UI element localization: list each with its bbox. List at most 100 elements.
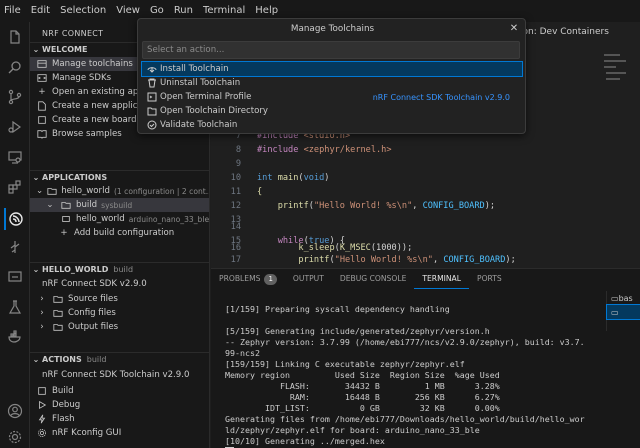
tab-debug-console[interactable]: DEBUG CONSOLE	[332, 269, 415, 289]
terminal-line: [1/159] Preparing syscall dependency han…	[225, 304, 450, 314]
section-applications-header[interactable]: ⌄ APPLICATIONS	[30, 170, 209, 184]
tree-output-files[interactable]: › Output files	[30, 320, 209, 334]
action-label: nRF Kconfig GUI	[52, 428, 122, 438]
folder-icon	[52, 307, 64, 319]
menu-edit[interactable]: Edit	[26, 0, 55, 22]
terminal-entry-bash[interactable]: ▭ bas	[607, 291, 640, 305]
terminal-line: IDT_LIST: 0 GB 32 KB 0.00%	[225, 403, 500, 413]
tab-output[interactable]: OUTPUT	[285, 269, 332, 289]
sidebar-item-label: Create a new applicati	[52, 101, 149, 111]
new-file-icon	[36, 100, 48, 112]
sidebar-item-label: Manage toolchains	[52, 59, 133, 69]
build-icon	[36, 385, 48, 397]
action-kconfig[interactable]: nRF Kconfig GUI	[30, 426, 209, 440]
testing-icon[interactable]	[6, 298, 24, 316]
qp-item-uninstall-toolchain[interactable]: Uninstall Toolchain	[142, 76, 522, 90]
target-name: hello_world	[76, 214, 125, 224]
debug-icon	[36, 399, 48, 411]
tree-config-files[interactable]: › Config files	[30, 306, 209, 320]
code-line-10: 10 int main(void)	[230, 173, 330, 183]
section-hello-world-header[interactable]: ⌄ HELLO_WORLD build	[30, 262, 209, 276]
section-hello-world-label: HELLO_WORLD	[42, 265, 109, 274]
sdk-version: nRF Connect SDK v2.9.0	[30, 277, 209, 291]
folder-icon	[60, 199, 72, 211]
search-icon[interactable]	[6, 58, 24, 76]
action-debug[interactable]: Debug	[30, 398, 209, 412]
build-target[interactable]: hello_world arduino_nano_33_ble	[30, 212, 209, 226]
sidebar-item-label: Manage SDKs	[52, 73, 112, 83]
add-build-configuration-button[interactable]: + Add build configuration	[30, 226, 209, 240]
terminal-line: [10/10] Generating ../merged.hex	[225, 436, 385, 446]
menu-file[interactable]: File	[0, 0, 26, 22]
toolchain-label: nRF Connect SDK Toolchain v2.9.0	[42, 370, 190, 380]
terminal-line: -- Zephyr version: 3.7.99 (/home/ebi777/…	[225, 337, 585, 347]
bottom-panel: PROBLEMS 1 OUTPUT DEBUG CONSOLE TERMINAL …	[211, 268, 640, 448]
minimap[interactable]	[602, 50, 632, 90]
qp-detail-toolchain: nRF Connect SDK Toolchain v2.9.0	[372, 92, 510, 102]
toolchain-icon	[36, 58, 48, 70]
build-configuration[interactable]: ⌄ build sysbuild	[30, 198, 209, 212]
section-welcome-label: WELCOME	[42, 45, 88, 54]
tree-label: Source files	[68, 294, 118, 304]
run-debug-icon[interactable]	[6, 118, 24, 136]
tab-problems[interactable]: PROBLEMS 1	[211, 269, 285, 289]
app-name: hello_world	[61, 186, 110, 196]
remote-icon[interactable]	[6, 268, 24, 286]
quick-pick-dialog: Manage Toolchains ✕ Install Toolchain Un…	[137, 18, 526, 134]
section-actions-header[interactable]: ⌄ ACTIONS build	[30, 352, 209, 366]
toolchain-version: nRF Connect SDK Toolchain v2.9.0	[30, 368, 209, 382]
tab-terminal[interactable]: TERMINAL	[414, 269, 469, 289]
close-icon[interactable]: ✕	[508, 23, 520, 35]
chevron-right-icon: ›	[40, 322, 44, 332]
tree-icon[interactable]	[6, 238, 24, 256]
tree-source-files[interactable]: › Source files	[30, 292, 209, 306]
build-meta: sysbuild	[101, 200, 133, 210]
quick-pick-title: Manage Toolchains	[290, 24, 375, 34]
sidebar-title: NRF CONNECT	[42, 29, 104, 38]
account-icon[interactable]	[6, 402, 24, 420]
docker-icon[interactable]	[6, 328, 24, 346]
tree-label: Config files	[68, 308, 116, 318]
sdk-icon	[36, 72, 48, 84]
qp-item-install-toolchain[interactable]: Install Toolchain	[141, 61, 523, 77]
app-meta: (1 configuration | 2 cont...	[113, 186, 210, 196]
qp-item-open-toolchain-directory[interactable]: Open Toolchain Directory	[142, 104, 522, 118]
settings-gear-icon[interactable]	[6, 428, 24, 446]
problems-count-badge: 1	[264, 273, 277, 285]
section-hello-world-sub: build	[113, 265, 134, 274]
sidebar-item-label: Open an existing appli	[52, 87, 149, 97]
menu-selection[interactable]: Selection	[55, 0, 111, 22]
chevron-down-icon: ⌄	[32, 355, 40, 364]
tab-ports[interactable]: PORTS	[469, 269, 510, 289]
qp-item-open-terminal-profile[interactable]: Open Terminal Profile nRF Connect SDK To…	[142, 90, 522, 104]
download-icon	[146, 63, 158, 75]
terminal-line: [5/159] Generating include/generated/zep…	[225, 326, 490, 336]
remote-explorer-icon[interactable]	[6, 148, 24, 166]
sidebar-item-label: Create a new board	[52, 115, 137, 125]
terminal-line: 99-ncs2	[225, 348, 260, 358]
open-icon: +	[38, 87, 46, 97]
folder-icon	[52, 293, 64, 305]
terminal-entry-task[interactable]: ▭	[606, 304, 640, 320]
action-build[interactable]: Build	[30, 384, 209, 398]
quick-pick-input[interactable]	[142, 41, 520, 59]
terminal-icon: ▭	[611, 293, 619, 303]
build-name: build	[76, 200, 98, 210]
extensions-icon[interactable]	[6, 178, 24, 196]
terminal-line: RAM: 16448 B 256 KB 6.27%	[225, 392, 500, 402]
action-flash[interactable]: Flash	[30, 412, 209, 426]
source-control-icon[interactable]	[6, 88, 24, 106]
app-hello-world[interactable]: ⌄ hello_world (1 configuration | 2 cont.…	[30, 184, 210, 198]
chip-icon	[60, 213, 72, 225]
qp-item-validate-toolchain[interactable]: Validate Toolchain	[142, 118, 522, 132]
terminal-output[interactable]: [1/159] Preparing syscall dependency han…	[225, 293, 603, 448]
check-circle-icon	[146, 119, 158, 131]
editor-tab-dev-containers[interactable]: ion: Dev Containers	[520, 22, 640, 42]
code-line-8: 8 #include <zephyr/kernel.h>	[235, 145, 392, 155]
nrf-connect-icon[interactable]	[4, 208, 26, 230]
terminal-line: FLASH: 34432 B 1 MB 3.28%	[225, 381, 500, 391]
board-icon	[36, 114, 48, 126]
terminal-icon	[146, 91, 158, 103]
explorer-icon[interactable]	[6, 28, 24, 46]
activity-bar	[0, 22, 30, 448]
